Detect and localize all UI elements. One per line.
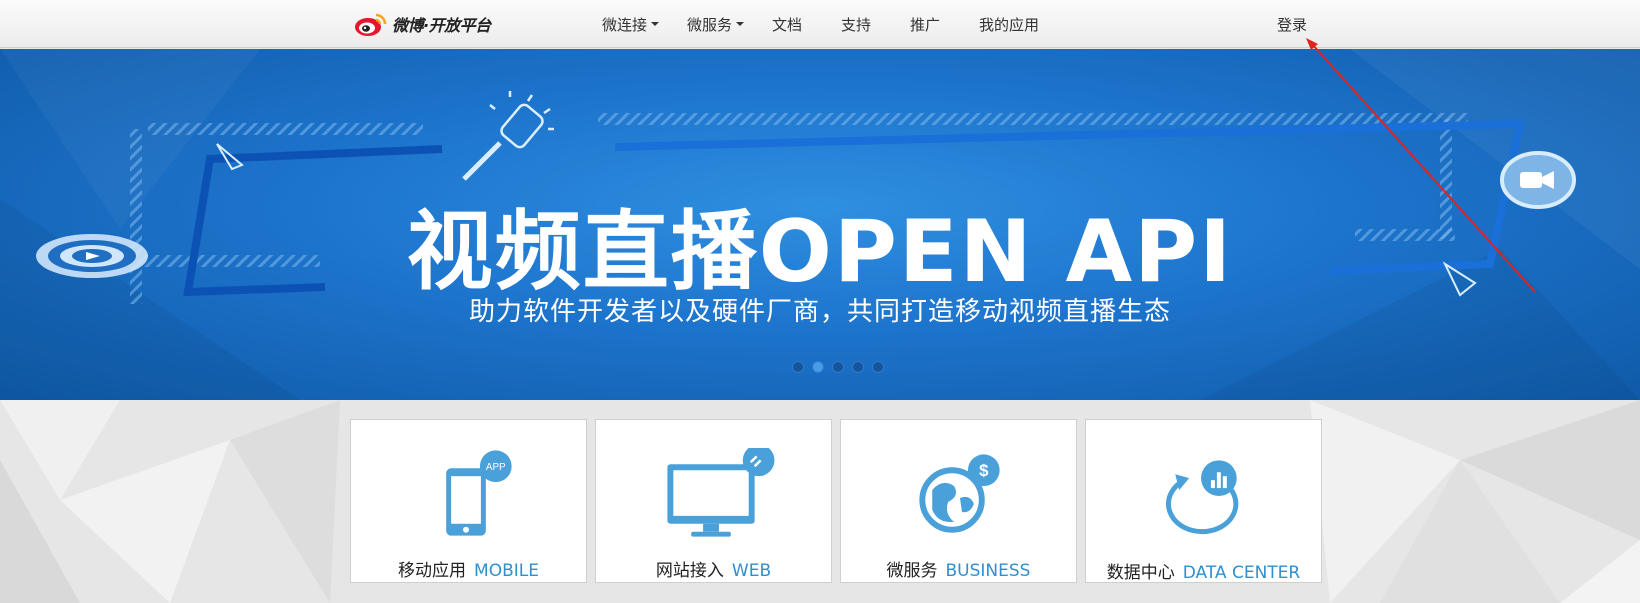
svg-text:$: $ xyxy=(979,461,989,480)
data-center-icon xyxy=(1166,460,1239,535)
nav-item-support[interactable]: 支持 xyxy=(841,0,871,48)
card-label: 数据中心 DATA CENTER xyxy=(1086,558,1321,583)
nav-item-wei-fuwu[interactable]: 微服务 xyxy=(687,0,745,48)
svg-text:APP: APP xyxy=(486,462,506,473)
carousel-dot[interactable] xyxy=(832,361,844,373)
nav-label: 文档 xyxy=(772,15,803,34)
nav-item-docs[interactable]: 文档 xyxy=(772,0,802,48)
card-title-cn: 数据中心 xyxy=(1106,563,1175,583)
carousel-dot-active[interactable] xyxy=(812,361,824,373)
card-web[interactable]: 网站接入 WEB xyxy=(595,419,832,583)
card-title-en: WEB xyxy=(731,561,772,581)
mobile-app-icon: APP xyxy=(446,450,512,536)
card-label: 微服务 BUSINESS xyxy=(841,556,1076,581)
nav-item-promote[interactable]: 推广 xyxy=(910,0,940,48)
carousel-dot[interactable] xyxy=(852,361,864,373)
logo-text: 微博·开放平台 xyxy=(392,16,491,35)
nav-label: 推广 xyxy=(910,15,941,34)
nav-label: 微连接 xyxy=(602,15,648,34)
weibo-open-platform-logo[interactable]: 微博·开放平台 xyxy=(354,10,491,38)
website-icon xyxy=(667,448,775,537)
card-data-center[interactable]: 数据中心 DATA CENTER xyxy=(1085,419,1322,583)
nav-label: 微服务 xyxy=(687,15,733,34)
product-section: APP 移动应用 MOBILE 网站接入 WEB $ 微服务 BUSINESS xyxy=(0,400,1640,603)
banner-headline: 视频直播OPEN API xyxy=(406,202,1234,302)
weibo-logo-icon xyxy=(355,13,387,36)
carousel-dot[interactable] xyxy=(792,361,804,373)
card-title-cn: 微服务 xyxy=(886,561,938,581)
nav-label: 我的应用 xyxy=(979,15,1040,34)
top-navigation-bar: 微博·开放平台 微连接 微服务 文档 支持 推广 我的应用 登录 xyxy=(0,0,1640,48)
caret-down-icon xyxy=(736,22,745,26)
banner-subline: 助力软件开发者以及硬件厂商，共同打造移动视频直播生态 xyxy=(468,297,1171,327)
card-label: 网站接入 WEB xyxy=(596,556,831,581)
login-label: 登录 xyxy=(1277,15,1308,34)
business-globe-icon: $ xyxy=(919,454,1000,533)
login-link[interactable]: 登录 xyxy=(1277,0,1307,48)
card-title-en: DATA CENTER xyxy=(1182,563,1301,583)
card-label: 移动应用 MOBILE xyxy=(351,556,586,581)
card-title-en: BUSINESS xyxy=(945,561,1031,581)
carousel-indicators xyxy=(792,361,884,373)
card-title-cn: 网站接入 xyxy=(655,561,724,581)
card-mobile[interactable]: APP 移动应用 MOBILE xyxy=(350,419,587,583)
card-title-cn: 移动应用 xyxy=(398,561,467,581)
nav-item-wei-lianjie[interactable]: 微连接 xyxy=(602,0,660,48)
nav-item-my-apps[interactable]: 我的应用 xyxy=(979,0,1039,48)
nav-label: 支持 xyxy=(841,15,872,34)
card-title-en: MOBILE xyxy=(474,561,539,581)
card-business[interactable]: $ 微服务 BUSINESS xyxy=(840,419,1077,583)
hero-banner[interactable]: 视频直播OPEN API 助力软件开发者以及硬件厂商，共同打造移动视频直播生态 xyxy=(0,49,1640,400)
caret-down-icon xyxy=(651,22,660,26)
carousel-dot[interactable] xyxy=(872,361,884,373)
